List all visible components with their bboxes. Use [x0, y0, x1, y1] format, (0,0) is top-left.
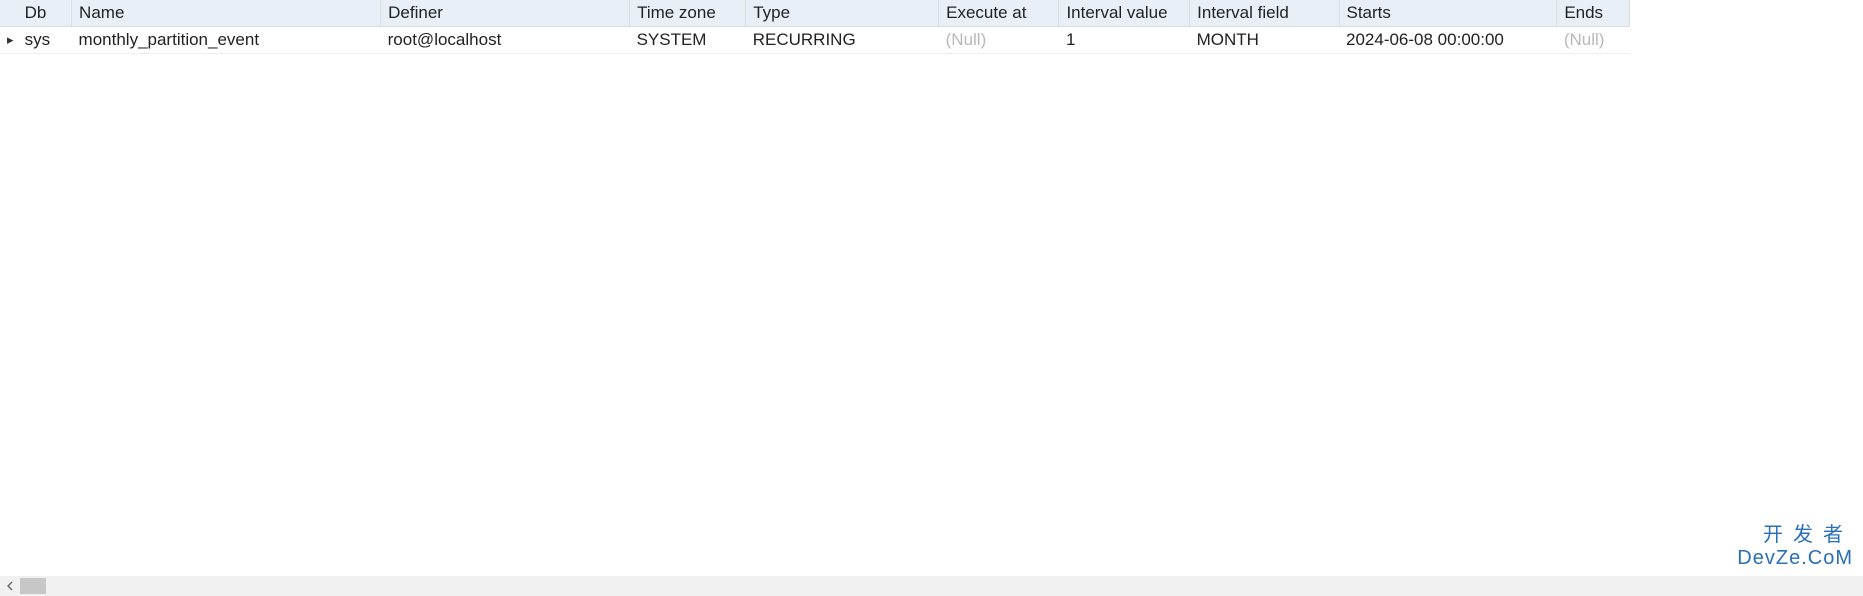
col-starts[interactable]: Starts	[1339, 0, 1557, 27]
cell-definer[interactable]: root@localhost	[381, 27, 630, 54]
events-table: Db Name Definer Time zone Type Execute a…	[0, 0, 1630, 54]
col-db[interactable]: Db	[18, 0, 72, 27]
table-header-row: Db Name Definer Time zone Type Execute a…	[0, 0, 1630, 27]
cell-time-zone[interactable]: SYSTEM	[630, 27, 746, 54]
table-row[interactable]: ▸ sys monthly_partition_event root@local…	[0, 27, 1630, 54]
col-ends[interactable]: Ends	[1557, 0, 1630, 27]
cell-name[interactable]: monthly_partition_event	[72, 27, 381, 54]
col-time-zone[interactable]: Time zone	[630, 0, 746, 27]
cell-type[interactable]: RECURRING	[746, 27, 939, 54]
cell-execute-at[interactable]: (Null)	[939, 27, 1059, 54]
events-table-container: Db Name Definer Time zone Type Execute a…	[0, 0, 1863, 596]
col-name[interactable]: Name	[72, 0, 381, 27]
cell-starts[interactable]: 2024-06-08 00:00:00	[1339, 27, 1557, 54]
col-execute-at[interactable]: Execute at	[939, 0, 1059, 27]
col-interval-field[interactable]: Interval field	[1190, 0, 1339, 27]
col-definer[interactable]: Definer	[381, 0, 630, 27]
row-indicator-icon: ▸	[0, 27, 18, 54]
cell-interval-value[interactable]: 1	[1059, 27, 1190, 54]
cell-interval-field[interactable]: MONTH	[1190, 27, 1339, 54]
col-type[interactable]: Type	[746, 0, 939, 27]
col-interval-value[interactable]: Interval value	[1059, 0, 1190, 27]
col-indicator[interactable]	[0, 0, 18, 27]
scroll-thumb[interactable]	[20, 578, 46, 594]
scroll-left-arrow-icon[interactable]	[0, 576, 19, 596]
cell-db[interactable]: sys	[18, 27, 72, 54]
cell-ends[interactable]: (Null)	[1557, 27, 1630, 54]
horizontal-scrollbar[interactable]	[0, 576, 1863, 596]
